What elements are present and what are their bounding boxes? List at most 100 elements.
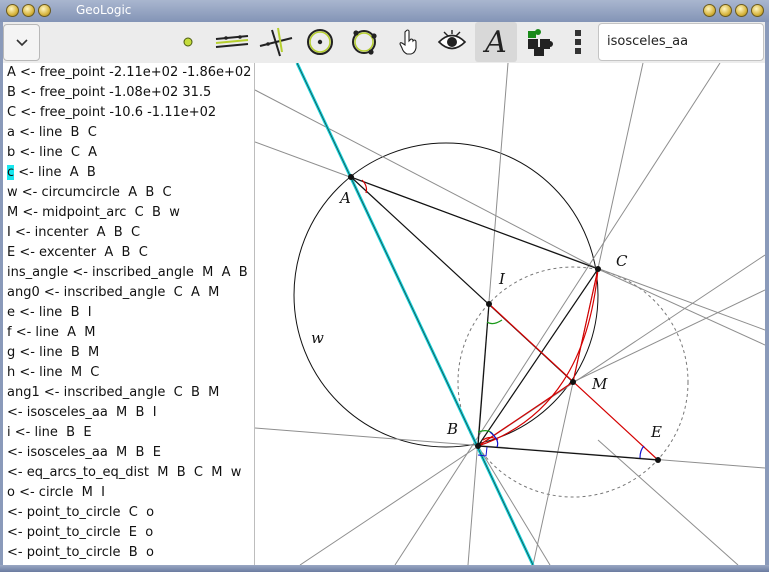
command-line[interactable]: ang0 <- inscribed_angle C A M: [7, 283, 219, 303]
close-button[interactable]: [751, 4, 764, 17]
right-frame: [765, 22, 769, 565]
hand-pointer-icon: [399, 29, 417, 55]
command-line[interactable]: o <- circle M I: [7, 483, 105, 503]
command-list[interactable]: A <- free_point -2.11e+02 -1.86e+02 B <- …: [3, 63, 254, 565]
circle-points-tool[interactable]: [343, 22, 385, 62]
command-line[interactable]: ins_angle <- inscribed_angle M A B: [7, 263, 248, 283]
shade-button[interactable]: [22, 4, 35, 17]
command-text: ang1 <- inscribed_angle C B M: [7, 385, 220, 400]
circle-center-tool[interactable]: [299, 22, 341, 62]
title-bar: GeoLogic: [0, 0, 769, 23]
minimize-button[interactable]: [735, 4, 748, 17]
puzzle-icon: [528, 29, 553, 56]
command-line[interactable]: B <- free_point -1.08e+02 31.5: [7, 83, 211, 103]
command-line[interactable]: g <- line B M: [7, 343, 99, 363]
command-line[interactable]: I <- incenter A B C: [7, 223, 140, 243]
command-line[interactable]: b <- line C A: [7, 143, 97, 163]
iconify-button[interactable]: [703, 4, 716, 17]
reason-tool[interactable]: [519, 22, 561, 62]
command-line[interactable]: w <- circumcircle A B C: [7, 183, 172, 203]
command-line[interactable]: h <- line M C: [7, 363, 99, 383]
move-tool[interactable]: [387, 22, 429, 62]
command-text: w <- circumcircle A B C: [7, 185, 172, 200]
command-line[interactable]: ang1 <- inscribed_angle C B M: [7, 383, 219, 403]
command-line[interactable]: <- isosceles_aa M B E: [7, 443, 161, 463]
point-e: [655, 457, 661, 463]
command-text: h <- line M C: [7, 365, 100, 380]
command-line[interactable]: A <- free_point -2.11e+02 -1.86e+02: [7, 63, 251, 83]
command-text: <- point_to_circle C o: [7, 505, 155, 520]
maximize-button[interactable]: [719, 4, 732, 17]
label-m[interactable]: M: [591, 375, 608, 393]
command-text: I <- incenter A B C: [7, 225, 141, 240]
label-i[interactable]: I: [498, 270, 506, 288]
circle-three-points-icon: [352, 30, 377, 55]
command-text: E <- excenter A B C: [7, 245, 148, 260]
command-text: ang0 <- inscribed_angle C A M: [7, 285, 220, 300]
window-title: GeoLogic: [76, 3, 132, 17]
command-text: g <- line B M: [7, 345, 100, 360]
label-tool[interactable]: A: [475, 22, 517, 62]
command-text: <- isosceles_aa M B E: [7, 445, 161, 460]
vertical-dots-icon: [575, 30, 581, 54]
command-line[interactable]: <- point_to_circle B o: [7, 543, 154, 563]
command-text: C <- free_point -10.6 -1.11e+02: [7, 105, 217, 120]
command-text: i <- line B E: [7, 425, 92, 440]
label-c[interactable]: C: [616, 252, 628, 270]
label-b[interactable]: B: [446, 420, 458, 438]
command-text: b <- line C A: [7, 145, 98, 160]
toolbar: A isosceles_aa: [0, 22, 769, 64]
point-a: [348, 174, 354, 180]
command-line[interactable]: <- isosceles_aa M B I: [7, 403, 157, 423]
command-text: o <- circle M I: [7, 485, 105, 500]
command-text: B <- free_point -1.08e+02 31.5: [7, 85, 212, 100]
command-line[interactable]: C <- free_point -10.6 -1.11e+02: [7, 103, 216, 123]
command-text: a <- line B C: [7, 125, 97, 140]
eye-icon: [437, 30, 467, 50]
point-tool[interactable]: [167, 22, 209, 62]
point-icon: [183, 37, 193, 47]
command-text: <- isosceles_aa M B I: [7, 405, 157, 420]
command-line[interactable]: M <- midpoint_arc C B w: [7, 203, 180, 223]
parallel-tool[interactable]: [211, 22, 253, 62]
command-text: <- point_to_circle E o: [7, 525, 154, 540]
command-line[interactable]: <- eq_arcs_to_eq_dist M B C M w: [7, 463, 241, 483]
command-text: <- point_to_circle B o: [7, 545, 154, 560]
hide-tool[interactable]: [431, 22, 473, 62]
command-text: f <- line A M: [7, 325, 96, 340]
command-line[interactable]: <- point_to_circle C o: [7, 503, 154, 523]
construction-drawing[interactable]: A B C I M E w: [255, 63, 765, 565]
sticky-button[interactable]: [38, 4, 51, 17]
command-text: ins_angle <- inscribed_angle M A B: [7, 265, 248, 280]
window-menu-button[interactable]: [6, 4, 19, 17]
command-line[interactable]: f <- line A M: [7, 323, 96, 343]
command-line[interactable]: e <- line B I: [7, 303, 92, 323]
point-c: [595, 266, 601, 272]
command-line[interactable]: a <- line B C: [7, 123, 97, 143]
perpendicular-icon: [259, 27, 293, 57]
command-text: M <- midpoint_arc C B w: [7, 205, 180, 220]
point-b: [475, 443, 481, 449]
label-a[interactable]: A: [338, 189, 351, 207]
app-window: GeoLogic A isosceles_aa A <- free_point …: [0, 0, 769, 572]
red-segments: [361, 179, 659, 461]
command-line[interactable]: c <- line A B: [7, 163, 96, 183]
command-text: e <- line B I: [7, 305, 92, 320]
command-line[interactable]: <- point_to_circle E o: [7, 523, 153, 543]
point-i: [486, 301, 492, 307]
command-text: <- line A B: [14, 165, 96, 180]
geometry-canvas[interactable]: A B C I M E w: [255, 63, 765, 565]
command-line[interactable]: E <- excenter A B C: [7, 243, 148, 263]
perpendicular-tool[interactable]: [255, 22, 297, 62]
command-text: A <- free_point -2.11e+02 -1.86e+02: [7, 65, 252, 80]
label-e[interactable]: E: [650, 423, 662, 441]
letter-a-icon: A: [485, 24, 507, 60]
command-input[interactable]: isosceles_aa: [598, 23, 764, 61]
command-line[interactable]: i <- line B E: [7, 423, 92, 443]
more-tool[interactable]: [557, 22, 599, 62]
command-text: <- eq_arcs_to_eq_dist M B C M w: [7, 465, 242, 480]
parallel-lines-icon: [215, 35, 249, 48]
point-m: [570, 379, 576, 385]
menu-button[interactable]: [3, 24, 40, 61]
label-w[interactable]: w: [311, 329, 324, 347]
